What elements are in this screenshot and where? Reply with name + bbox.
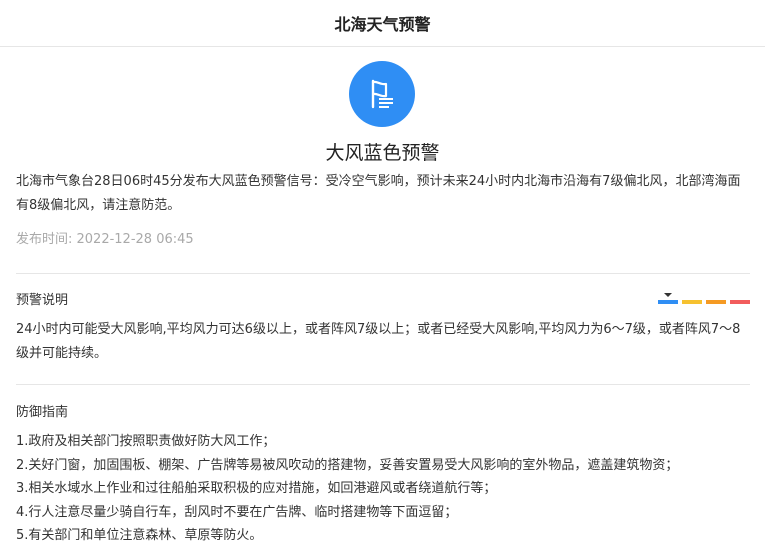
- warning-notice: 北海市气象台28日06时45分发布大风蓝色预警信号：受冷空气影响，预计未来24小…: [16, 174, 741, 213]
- current-level-marker: [664, 293, 672, 297]
- divider: [16, 273, 750, 274]
- guide-item: 4.行人注意尽量少骑自行车，刮风时不要在广告牌、临时搭建物等下面逗留；: [16, 504, 458, 520]
- guide-list: 1.政府及相关部门按照职责做好防大风工作； 2.关好门窗，加固围板、棚架、广告牌…: [16, 430, 750, 548]
- guide-item: 3.相关水域水上作业和过往船舶采取积极的应对措施，如回港避风或者绕道航行等；: [16, 481, 497, 496]
- level-segment-orange: [706, 300, 726, 304]
- explanation-text: 24小时内可能受大风影响,平均风力可达6级以上，或者阵风7级以上；或者已经受大风…: [16, 322, 741, 361]
- guide-title: 防御指南: [16, 405, 69, 420]
- warning-flag-icon: [349, 61, 415, 127]
- warning-level-scale: [658, 293, 750, 305]
- level-segment-blue: [658, 300, 678, 304]
- page-title: 北海天气预警: [334, 15, 431, 34]
- guide-item: 1.政府及相关部门按照职责做好防大风工作；: [16, 434, 276, 449]
- guide-item: 5.有关部门和单位注意森林、草原等防火。: [16, 528, 263, 543]
- divider: [16, 384, 750, 385]
- warning-flag-icon-svg: [371, 79, 393, 109]
- guide-item: 2.关好门窗，加固围板、棚架、广告牌等易被风吹动的搭建物，妥善安置易受大风影响的…: [16, 457, 679, 473]
- level-segment-yellow: [682, 300, 702, 304]
- page-header: 北海天气预警: [0, 0, 765, 47]
- publish-time: 发布时间: 2022-12-28 06:45: [16, 232, 194, 247]
- level-segment-red: [730, 300, 750, 304]
- explanation-title: 预警说明: [16, 293, 69, 308]
- warning-title: 大风蓝色预警: [325, 142, 440, 164]
